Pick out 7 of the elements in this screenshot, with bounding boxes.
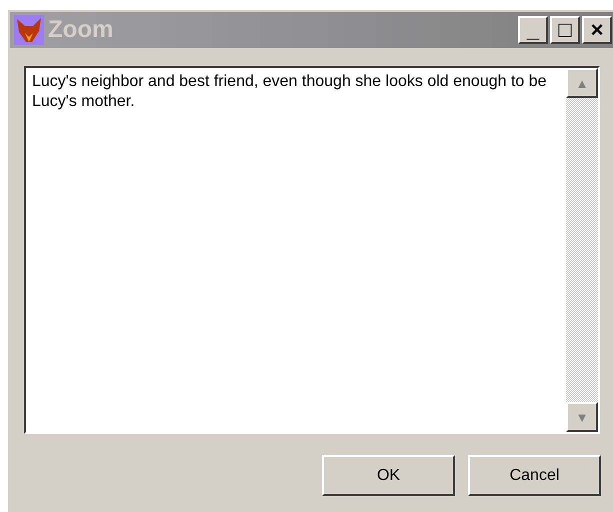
- window-title: Zoom: [48, 18, 114, 42]
- maximize-button[interactable]: □: [550, 16, 580, 44]
- ok-button[interactable]: OK: [322, 455, 455, 496]
- cancel-button[interactable]: Cancel: [468, 455, 601, 496]
- minimize-button[interactable]: _: [518, 16, 548, 44]
- close-button[interactable]: ×: [582, 16, 612, 44]
- fox-icon: [14, 15, 44, 45]
